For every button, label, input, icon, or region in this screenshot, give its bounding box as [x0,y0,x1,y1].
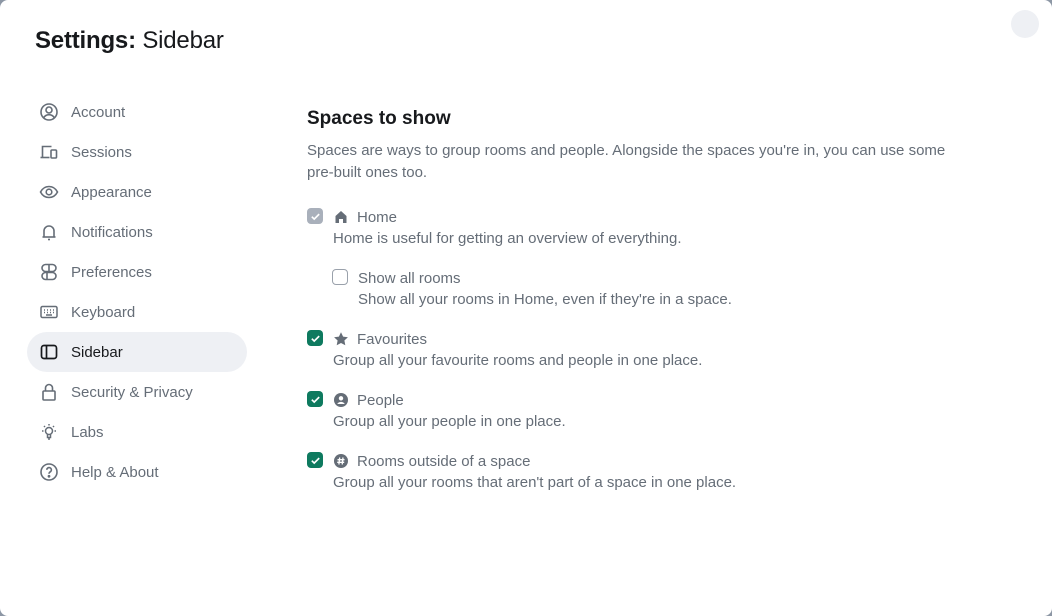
eye-icon [39,182,59,202]
sidebar-settings-content: Spaces to show Spaces are ways to group … [307,108,947,511]
option-description: Group all your rooms that aren't part of… [333,474,737,491]
star-icon [333,331,349,347]
help-circle-icon [39,462,59,482]
dialog-title: Settings: Sidebar [35,27,224,55]
sidebar-item-labs[interactable]: Labs [27,412,247,452]
sidebar-item-label: Labs [71,423,104,441]
sidebar-item-label: Help & About [71,463,159,481]
devices-icon [39,142,59,162]
close-button[interactable] [1011,10,1039,38]
sidebar-item-preferences[interactable]: Preferences [27,252,247,292]
sidebar-item-label: Keyboard [71,303,136,321]
sidebar-item-label: Security & Privacy [71,383,193,401]
home-icon [333,209,349,225]
favourites-checkbox[interactable] [307,330,323,346]
option-show-all-rooms: Show all rooms Show all your rooms in Ho… [332,267,947,311]
sidebar-item-sessions[interactable]: Sessions [27,132,247,172]
sidebar-item-notifications[interactable]: Notifications [27,212,247,252]
option-label: Show all rooms [358,269,461,287]
rooms-outside-space-checkbox[interactable] [307,452,323,468]
section-description: Spaces are ways to group rooms and peopl… [307,142,946,181]
settings-dialog: Settings: Sidebar Account Sessions Appea… [0,0,1052,616]
option-description: Group all your favourite rooms and peopl… [333,352,703,369]
sidebar-item-label: Account [71,103,126,121]
sidebar-icon [39,342,59,362]
dialog-title-page: Sidebar [142,27,224,54]
sidebar-item-security-privacy[interactable]: Security & Privacy [27,372,247,412]
sidebar-item-help-about[interactable]: Help & About [27,452,247,492]
sidebar-item-appearance[interactable]: Appearance [27,172,247,212]
option-home: Home Home is useful for getting an overv… [307,206,947,250]
hash-icon [333,453,349,469]
dialog-title-prefix: Settings: [35,27,136,54]
option-label: Rooms outside of a space [357,452,531,470]
sidebar-item-label: Appearance [71,183,152,201]
option-description: Home is useful for getting an overview o… [333,230,682,247]
show-all-rooms-checkbox[interactable] [332,269,348,285]
section-title: Spaces to show [307,108,451,129]
people-checkbox[interactable] [307,391,323,407]
keyboard-icon [39,302,59,322]
user-circle-icon [39,102,59,122]
option-favourites: Favourites Group all your favourite room… [307,328,947,372]
option-label: People [357,391,404,409]
option-label: Home [357,208,398,226]
person-icon [333,392,349,408]
option-description: Show all your rooms in Home, even if the… [358,291,732,308]
option-people: People Group all your people in one plac… [307,389,947,433]
sidebar-item-label: Notifications [71,223,153,241]
lightbulb-icon [39,422,59,442]
option-rooms-outside-space: Rooms outside of a space Group all your … [307,450,947,494]
sidebar-item-sidebar[interactable]: Sidebar [27,332,247,372]
toggles-icon [39,262,59,282]
sidebar-item-keyboard[interactable]: Keyboard [27,292,247,332]
bell-icon [39,222,59,242]
settings-nav: Account Sessions Appearance Notification… [27,92,247,492]
option-description: Group all your people in one place. [333,413,566,430]
sidebar-item-label: Sessions [71,143,132,161]
sidebar-item-label: Preferences [71,263,152,281]
lock-icon [39,382,59,402]
sidebar-item-label: Sidebar [71,343,123,361]
sidebar-item-account[interactable]: Account [27,92,247,132]
option-label: Favourites [357,330,428,348]
home-checkbox[interactable] [307,208,323,224]
